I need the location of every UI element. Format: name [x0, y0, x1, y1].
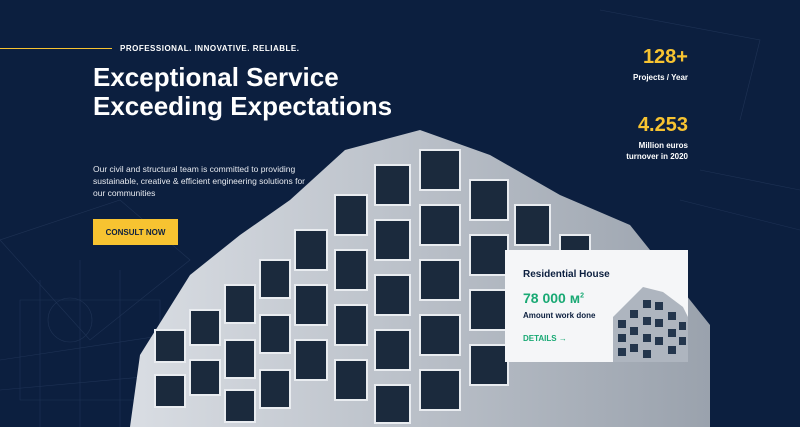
details-link[interactable]: DETAILS → [523, 334, 567, 343]
card-subtitle: Amount work done [523, 311, 596, 320]
card-area-unit: 2 [580, 292, 584, 300]
stat-value: 128+ [642, 46, 688, 68]
card-building-thumbnail [613, 287, 688, 362]
project-card: Residential House 78 000 м2 Amount work … [505, 250, 688, 362]
stat-label: Projects / Year [633, 73, 688, 82]
stat-projects: 128+ Projects / Year [633, 46, 688, 83]
card-area: 78 000 м2 [523, 290, 584, 306]
hero-tagline: PROFESSIONAL. INNOVATIVE. RELIABLE. [120, 44, 300, 53]
card-title: Residential House [523, 269, 610, 280]
tagline-divider [0, 48, 112, 49]
hero-title: Exceptional Service Exceeding Expectatio… [93, 62, 393, 121]
card-area-value: 78 000 м [523, 290, 581, 306]
